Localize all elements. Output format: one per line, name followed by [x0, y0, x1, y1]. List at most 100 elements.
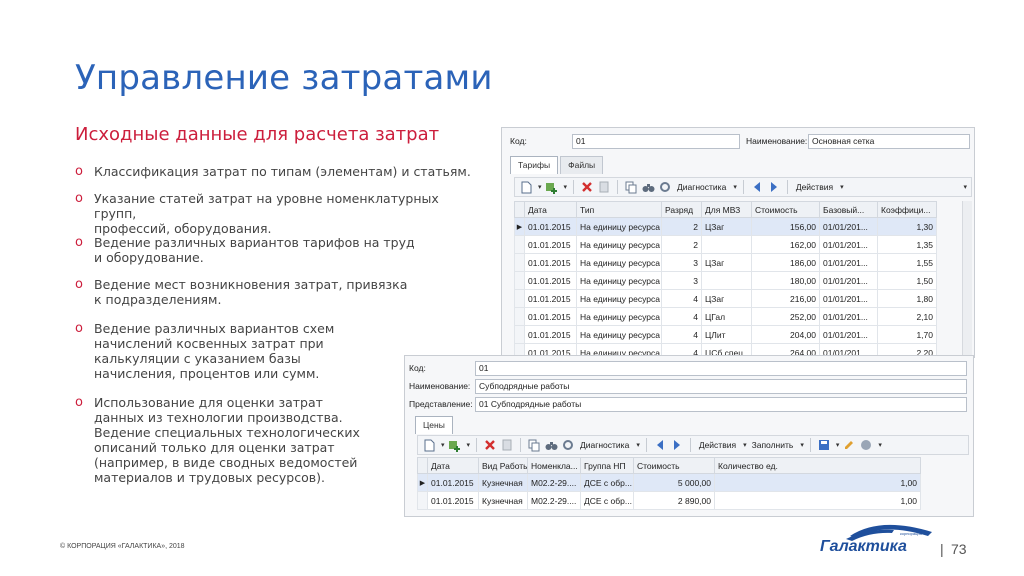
arrow-left-icon[interactable]	[750, 180, 764, 194]
table-row[interactable]: 01.01.2015 На единицу ресурса 3 ЦЗаг 186,00 0…	[514, 253, 937, 272]
disabled-doc-icon[interactable]	[597, 180, 611, 194]
table-cell[interactable]: 156,00	[751, 217, 820, 236]
column-header[interactable]: Тип	[576, 201, 662, 218]
table-row[interactable]: 01.01.2015 На единицу ресурса 2 162,00 01/01…	[514, 235, 937, 254]
edit-icon[interactable]	[842, 438, 856, 452]
table-cell[interactable]: 2,10	[877, 307, 937, 326]
chevron-down-icon[interactable]: ▾	[733, 183, 737, 191]
table-cell[interactable]: ЦГал	[701, 307, 752, 326]
arrow-right-icon[interactable]	[767, 180, 781, 194]
table-cell[interactable]: 01.01.2015	[427, 491, 479, 510]
table-cell[interactable]: 1,00	[714, 491, 921, 510]
table-cell[interactable]: ДСЕ с обр...	[580, 473, 634, 492]
copy-icon[interactable]	[527, 438, 541, 452]
table-cell[interactable]: ЦЗаг	[701, 253, 752, 272]
table-cell[interactable]: 01/01/201...	[819, 235, 878, 254]
chevron-down-icon[interactable]: ▾	[636, 441, 640, 449]
add-green-icon[interactable]	[545, 180, 559, 194]
table-row[interactable]: 01.01.2015 На единицу ресурса 4 ЦГал 252,00 0…	[514, 307, 937, 326]
row-indicator[interactable]	[514, 271, 525, 290]
table-cell[interactable]: 01/01/201...	[819, 307, 878, 326]
table-cell[interactable]: 2	[661, 217, 702, 236]
column-header[interactable]: Вид Работы	[478, 457, 528, 474]
representation-field[interactable]: 01 Субподрядные работы	[475, 397, 967, 412]
table-cell[interactable]: 01.01.2015	[524, 289, 577, 308]
column-header[interactable]: Коэффици...	[877, 201, 937, 218]
binoculars-icon[interactable]	[544, 438, 558, 452]
diagnostics-menu[interactable]: Диагностика	[675, 182, 728, 192]
table-cell[interactable]: 4	[661, 289, 702, 308]
delete-red-icon[interactable]	[580, 180, 594, 194]
row-indicator[interactable]	[514, 325, 525, 344]
table-cell[interactable]: 3	[661, 271, 702, 290]
chevron-down-icon[interactable]: ▾	[800, 441, 804, 449]
tab-tariffs[interactable]: Тарифы	[510, 156, 559, 174]
table-cell[interactable]: На единицу ресурса	[576, 271, 662, 290]
copy-icon[interactable]	[624, 180, 638, 194]
table-cell[interactable]: М02.2-29....	[527, 473, 581, 492]
table-cell[interactable]: 01.01.2015	[524, 253, 577, 272]
table-cell[interactable]: Кузнечная	[478, 473, 528, 492]
column-header[interactable]: Номенкла...	[527, 457, 581, 474]
table-cell[interactable]: 01/01/201...	[819, 325, 878, 344]
chevron-down-icon[interactable]: ▾	[467, 441, 471, 449]
column-header[interactable]: Разряд	[661, 201, 702, 218]
diagnostics-menu[interactable]: Диагностика	[578, 440, 631, 450]
actions-menu[interactable]: Действия	[697, 440, 738, 450]
settings-icon[interactable]	[561, 438, 575, 452]
table-cell[interactable]: На единицу ресурса	[576, 289, 662, 308]
table-cell[interactable]: ДСЕ с обр...	[580, 491, 634, 510]
code-field[interactable]: 01	[572, 134, 740, 149]
chevron-down-icon[interactable]: ▾	[538, 183, 542, 191]
table-cell[interactable]: 216,00	[751, 289, 820, 308]
table-cell[interactable]: 01.01.2015	[524, 325, 577, 344]
table-cell[interactable]: На единицу ресурса	[576, 235, 662, 254]
table-cell[interactable]: 5 000,00	[633, 473, 715, 492]
table-cell[interactable]: 1,35	[877, 235, 937, 254]
tab-files[interactable]: Файлы	[560, 156, 604, 174]
table-row[interactable]: 01.01.2015 На единицу ресурса 4 ЦЛит 204,00 0…	[514, 325, 937, 344]
chevron-down-icon[interactable]: ▾	[840, 183, 844, 191]
table-cell[interactable]: 162,00	[751, 235, 820, 254]
table-cell[interactable]: 186,00	[751, 253, 820, 272]
table-cell[interactable]: 01/01/201...	[819, 253, 878, 272]
table-cell[interactable]: 2	[661, 235, 702, 254]
new-document-icon[interactable]	[519, 180, 533, 194]
column-header[interactable]: Группа НП	[580, 457, 634, 474]
settings-icon[interactable]	[658, 180, 672, 194]
table-cell[interactable]: ЦЛит	[701, 325, 752, 344]
table-cell[interactable]: 1,70	[877, 325, 937, 344]
table-cell[interactable]: На единицу ресурса	[576, 253, 662, 272]
delete-red-icon[interactable]	[483, 438, 497, 452]
chevron-down-icon[interactable]: ▾	[564, 183, 568, 191]
chevron-down-icon[interactable]: ▾	[836, 441, 840, 449]
table-cell[interactable]: 01/01/201...	[819, 271, 878, 290]
column-header[interactable]: Стоимость	[633, 457, 715, 474]
table-cell[interactable]: На единицу ресурса	[576, 217, 662, 236]
help-icon[interactable]	[859, 438, 873, 452]
table-row[interactable]: 01.01.2015 Кузнечная М02.2-29.... ДСЕ с обр…	[417, 491, 921, 510]
add-green-icon[interactable]	[448, 438, 462, 452]
table-cell[interactable]: 1,80	[877, 289, 937, 308]
chevron-down-icon[interactable]: ▾	[441, 441, 445, 449]
column-header[interactable]: Базовый...	[819, 201, 878, 218]
table-row[interactable]: ▶ 01.01.2015 Кузнечная М02.2-29.... ДСЕ с об…	[417, 473, 921, 492]
column-header[interactable]: Количество ед.	[714, 457, 921, 474]
table-cell[interactable]: 252,00	[751, 307, 820, 326]
fill-menu[interactable]: Заполнить	[750, 440, 796, 450]
code-field[interactable]: 01	[475, 361, 967, 376]
table-row[interactable]: 01.01.2015 На единицу ресурса 4 ЦЗаг 216,00 0…	[514, 289, 937, 308]
chevron-down-icon[interactable]: ▾	[743, 441, 747, 449]
column-header[interactable]: Стоимость	[751, 201, 820, 218]
table-cell[interactable]: Кузнечная	[478, 491, 528, 510]
table-cell[interactable]: 01/01/201...	[819, 289, 878, 308]
name-field[interactable]: Основная сетка	[808, 134, 970, 149]
table-row[interactable]: ▶ 01.01.2015 На единицу ресурса 2 ЦЗаг 156,00…	[514, 217, 937, 236]
current-row-arrow-icon[interactable]: ▶	[417, 473, 428, 492]
table-cell[interactable]: ЦЗаг	[701, 217, 752, 236]
column-header[interactable]: Дата	[524, 201, 577, 218]
table-cell[interactable]: 1,55	[877, 253, 937, 272]
vertical-scrollbar[interactable]	[962, 201, 972, 357]
table-cell[interactable]: 01.01.2015	[524, 235, 577, 254]
table-cell[interactable]: На единицу ресурса	[576, 325, 662, 344]
